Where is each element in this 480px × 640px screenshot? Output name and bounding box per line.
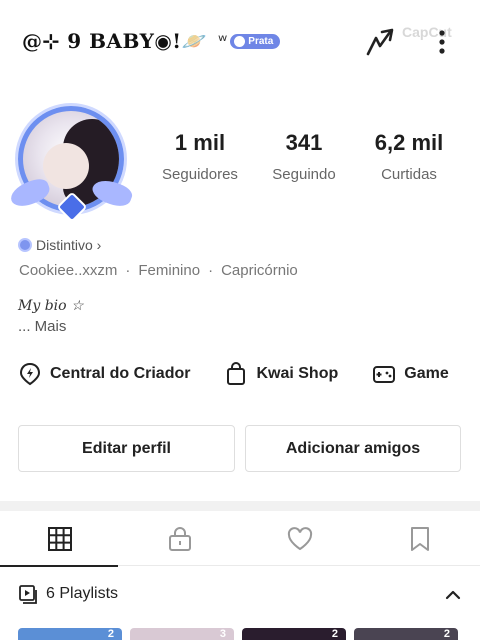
stat-likes[interactable]: 6,2 mil Curtidas (359, 130, 459, 183)
followers-count: 1 mil (174, 130, 226, 155)
profile-header: @⊹ 9 BABY◉!🪐 ʷ Prata CapCut (0, 0, 480, 88)
stat-followers[interactable]: 1 mil Seguidores (150, 130, 250, 183)
likes-label: Curtidas (381, 166, 437, 183)
add-friends-button[interactable]: Adicionar amigos (245, 425, 461, 472)
distintivo-label: Distintivo › (36, 237, 102, 253)
bio-more-link[interactable]: ... Mais (18, 318, 66, 335)
followers-label: Seguidores (162, 166, 238, 183)
playlist-thumb[interactable]: 3 (130, 628, 234, 640)
bolt-pin-icon (19, 362, 41, 386)
wave-glyph: ʷ (218, 31, 228, 52)
playlist-count: 2 (443, 628, 450, 640)
playlist-thumbnails: 2 3 2 2 (18, 628, 458, 640)
zodiac: Capricórnio (221, 262, 298, 279)
user-id: Cookiee..xxzm (19, 262, 118, 279)
content-tabs (0, 512, 480, 567)
badge-icon (18, 238, 32, 252)
playlist-icon (19, 585, 37, 604)
kwai-shop-label: Kwai Shop (256, 365, 339, 382)
grid-icon (48, 527, 72, 551)
playlist-thumb[interactable]: 2 (242, 628, 346, 640)
game-label: Game (404, 365, 449, 382)
prata-label: Prata (248, 36, 274, 47)
stat-following[interactable]: 341 Seguindo (254, 130, 354, 183)
bookmark-icon (411, 527, 429, 551)
playlist-count: 2 (331, 628, 338, 640)
following-count: 341 (285, 130, 323, 155)
edit-profile-button[interactable]: Editar perfil (18, 425, 235, 472)
playlist-thumb[interactable]: 2 (18, 628, 122, 640)
avatar[interactable] (7, 96, 135, 224)
playlists-label: 6 Playlists (46, 585, 119, 602)
medal-icon (234, 36, 246, 47)
section-divider (0, 501, 480, 511)
playlists-header[interactable]: 6 Playlists (18, 584, 118, 604)
distintivo-link[interactable]: Distintivo › (18, 237, 101, 253)
pen-draw-icon[interactable] (362, 24, 398, 60)
tab-grid[interactable] (0, 512, 120, 567)
tab-private[interactable] (120, 512, 240, 566)
heart-icon (287, 527, 313, 551)
meta-separator: · (125, 262, 131, 279)
profile-meta: Cookiee..xxzm · Feminino · Capricórnio (19, 262, 298, 279)
kwai-shop-button[interactable]: Kwai Shop (224, 362, 338, 386)
prata-badge[interactable]: Prata (230, 34, 281, 49)
level-badge[interactable]: ʷ Prata (218, 31, 281, 52)
following-label: Seguindo (272, 166, 336, 183)
bio-text: My bio ☆ (18, 298, 84, 314)
gamepad-icon (373, 366, 396, 383)
playlist-count: 3 (219, 628, 226, 640)
lock-icon (169, 527, 191, 551)
creator-center-label: Central do Criador (50, 365, 191, 382)
gender: Feminino (138, 262, 201, 279)
username: @⊹ 9 BABY◉!🪐 (22, 29, 207, 53)
meta-separator: · (208, 262, 214, 279)
shopping-bag-icon (227, 362, 246, 385)
creator-center-button[interactable]: Central do Criador (18, 362, 190, 386)
tab-likes[interactable] (240, 512, 360, 566)
more-options-icon[interactable] (424, 24, 460, 60)
chevron-up-icon[interactable] (442, 584, 464, 606)
tab-saved[interactable] (360, 512, 480, 566)
game-button[interactable]: Game (372, 362, 449, 386)
likes-count: 6,2 mil (374, 130, 444, 155)
playlist-thumb[interactable]: 2 (354, 628, 458, 640)
playlist-count: 2 (107, 628, 114, 640)
creator-tools: Central do Criador Kwai Shop Game (18, 360, 480, 388)
